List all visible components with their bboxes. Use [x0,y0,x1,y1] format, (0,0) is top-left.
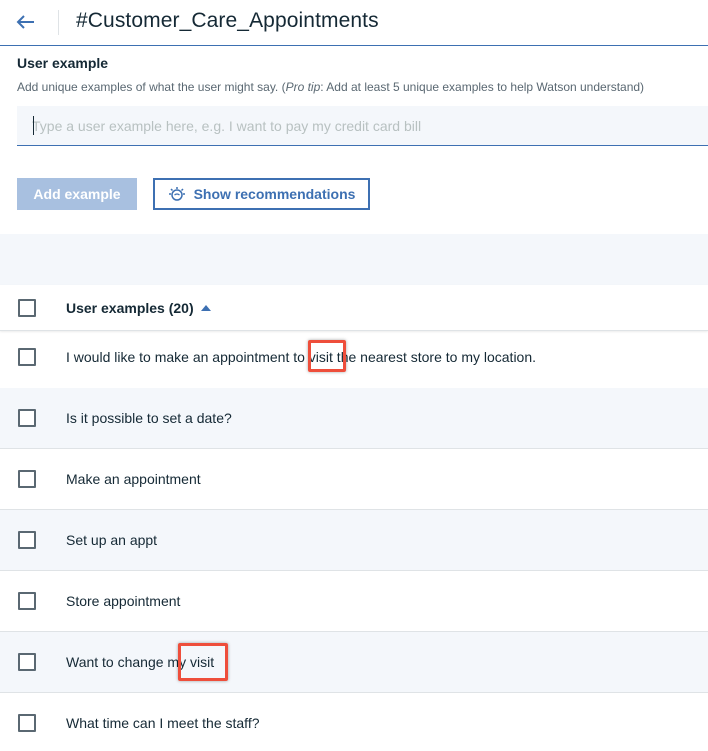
row-checkbox[interactable] [18,653,36,671]
table-row[interactable]: Make an appointment [0,449,708,510]
user-example-text: Is it possible to set a date? [66,410,232,426]
caret-up-icon [200,305,211,311]
table-row[interactable]: Want to change my visit [0,632,708,693]
page-title: #Customer_Care_Appointments [76,9,379,32]
row-checkbox[interactable] [18,714,36,732]
toolbar-band [0,234,708,285]
pro-tip-label: Pro tip [285,80,321,94]
header-divider [58,10,59,35]
table-row[interactable]: Store appointment [0,571,708,632]
user-example-text: What time can I meet the staff? [66,715,260,731]
back-button[interactable] [15,11,37,33]
row-checkbox[interactable] [18,592,36,610]
select-all-checkbox[interactable] [18,299,36,317]
column-header-label: User examples (20) [66,300,194,316]
text-caret [33,116,34,135]
row-checkbox[interactable] [18,470,36,488]
column-header-user-examples[interactable]: User examples (20) [66,300,212,316]
table-header: User examples (20) [0,285,708,331]
table-row[interactable]: What time can I meet the staff? [0,693,708,751]
table-row[interactable]: Is it possible to set a date? [0,388,708,449]
page-header: #Customer_Care_Appointments [0,0,708,46]
row-checkbox[interactable] [18,409,36,427]
table-row[interactable]: Set up an appt [0,510,708,571]
user-example-text: I would like to make an appointment to v… [66,349,537,365]
add-example-button[interactable]: Add example [17,178,137,210]
section-description: Add unique examples of what the user mig… [17,80,645,94]
watson-bulb-icon [168,187,185,201]
user-example-text: Make an appointment [66,471,201,487]
row-checkbox[interactable] [18,531,36,549]
row-checkbox[interactable] [18,348,36,366]
section-title: User example [17,55,109,71]
table-row[interactable]: I would like to make an appointment to v… [0,332,708,393]
highlight-box-visit [308,340,346,372]
user-example-input[interactable] [17,106,708,146]
show-recommendations-button[interactable]: Show recommendations [153,178,370,210]
arrow-left-icon [16,15,34,29]
highlight-box-visit [178,643,228,681]
user-example-text: Store appointment [66,593,181,609]
show-recommendations-label: Show recommendations [193,186,356,202]
user-example-text: Set up an appt [66,532,158,548]
